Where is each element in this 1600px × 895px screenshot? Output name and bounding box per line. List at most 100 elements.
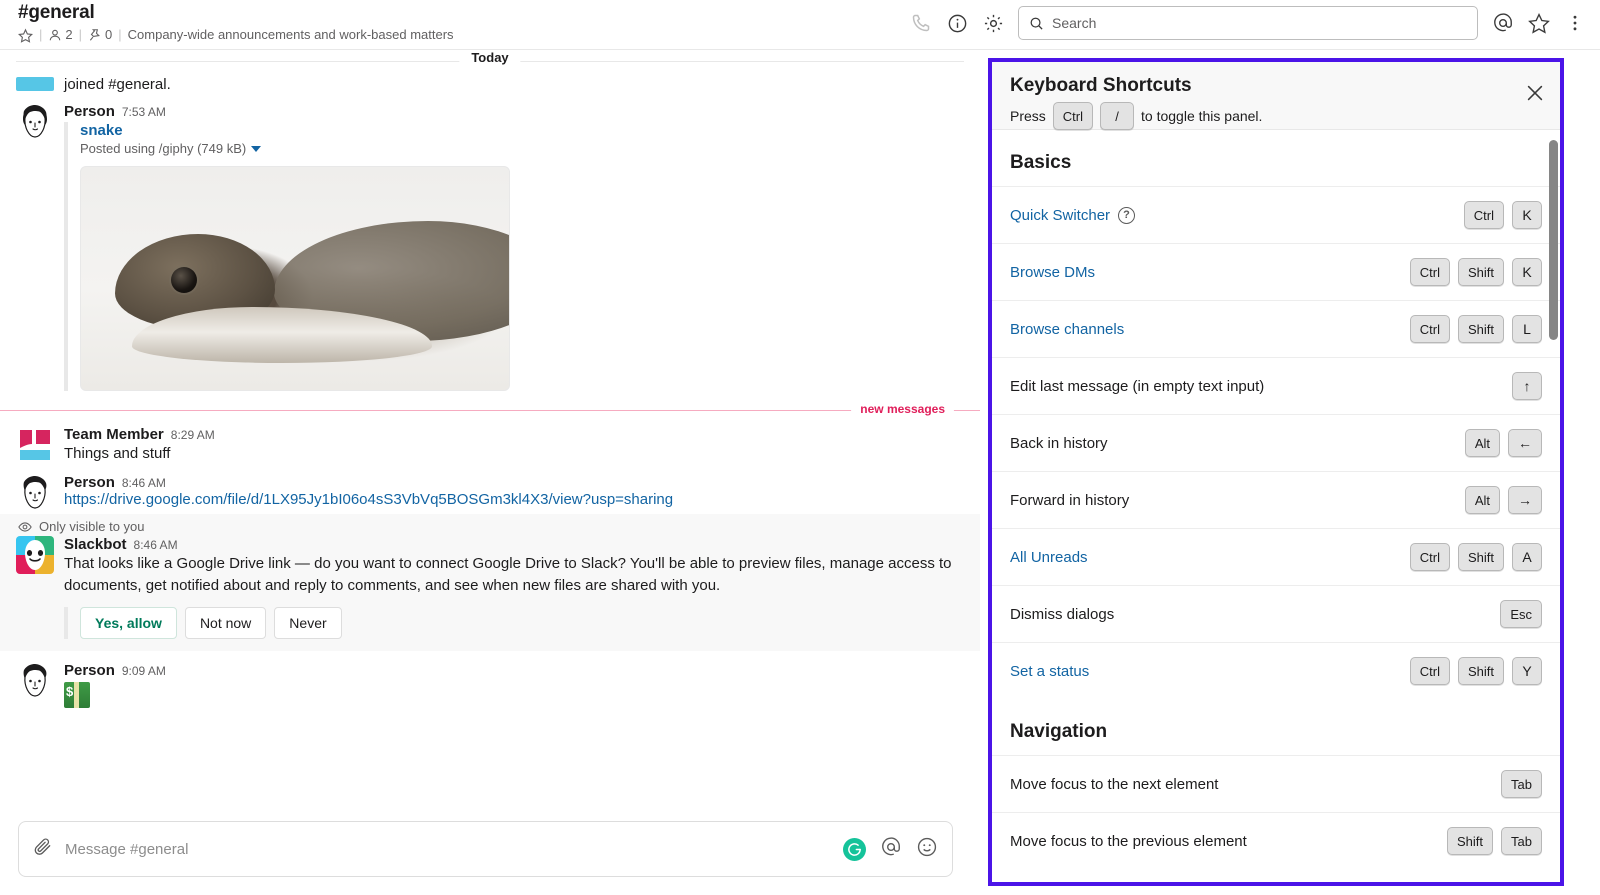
message-author[interactable]: Team Member [64, 426, 164, 443]
eye-icon [18, 520, 32, 534]
toggle-key-ctrl: Ctrl [1053, 102, 1093, 130]
key-cap: Shift [1458, 543, 1504, 571]
message-author[interactable]: Slackbot [64, 536, 127, 553]
key-cap: Ctrl [1410, 258, 1450, 286]
channel-title[interactable]: #general [18, 2, 454, 24]
file-title[interactable]: snake [80, 122, 964, 139]
more-options-icon[interactable] [1564, 12, 1586, 34]
shortcut-keys: CtrlShiftA [1410, 543, 1542, 571]
mention-icon[interactable] [880, 836, 902, 863]
message-timestamp[interactable]: 8:46 AM [122, 476, 166, 490]
never-button[interactable]: Never [274, 607, 341, 639]
members-icon[interactable]: 2 [48, 26, 72, 44]
person-avatar[interactable] [16, 662, 54, 700]
shortcut-label[interactable]: Browse channels [1010, 321, 1124, 338]
emoji-icon[interactable] [916, 836, 938, 863]
message-row: Team Member 8:29 AM Things and stuff [0, 423, 980, 465]
message-author[interactable]: Person [64, 103, 115, 120]
visibility-text: Only visible to you [39, 519, 145, 534]
close-icon[interactable] [1524, 82, 1546, 104]
channel-topic[interactable]: Company-wide announcements and work-base… [128, 26, 454, 44]
grammarly-icon[interactable] [843, 838, 866, 861]
shortcut-label-text: Set a status [1010, 663, 1089, 680]
key-cap: Ctrl [1464, 201, 1504, 229]
message-body: Person 8:46 AM https://drive.google.com/… [64, 474, 964, 512]
message-row: Slackbot 8:46 AM That looks like a Googl… [0, 536, 980, 639]
chevron-down-icon[interactable] [251, 146, 261, 152]
channel-header: #general | 2 | 0 | Company-wide announce… [0, 0, 1600, 50]
message-text: Things and stuff [64, 443, 964, 465]
file-attachment: snake Posted using /giphy (749 kB) [64, 122, 964, 391]
gear-icon[interactable] [982, 12, 1004, 34]
message-composer[interactable]: Message #general [18, 821, 953, 877]
new-messages-divider: new messages [0, 397, 980, 423]
message-author[interactable]: Person [64, 662, 115, 679]
key-cap: Alt [1465, 429, 1500, 457]
message-timestamp[interactable]: 8:29 AM [171, 428, 215, 442]
shortcut-row: Back in historyAlt← [992, 414, 1560, 471]
key-cap: Ctrl [1410, 657, 1450, 685]
shortcut-label[interactable]: Set a status [1010, 663, 1089, 680]
message-body: Slackbot 8:46 AM That looks like a Googl… [64, 536, 964, 639]
panel-scrollbar[interactable] [1549, 140, 1558, 340]
shortcut-label[interactable]: Quick Switcher? [1010, 207, 1135, 224]
message-text: That looks like a Google Drive link — do… [64, 553, 954, 597]
meta-divider-1: | [39, 26, 42, 44]
file-subtitle-text: Posted using /giphy (749 kB) [80, 141, 246, 156]
info-icon[interactable] [946, 12, 968, 34]
starred-items-icon[interactable] [1528, 12, 1550, 34]
message-body: Person 7:53 AM snake Posted using /giphy… [64, 103, 964, 391]
shortcut-label[interactable]: Browse DMs [1010, 264, 1095, 281]
key-cap: L [1512, 315, 1542, 343]
not-now-button[interactable]: Not now [185, 607, 266, 639]
key-cap: Shift [1447, 827, 1493, 855]
slackbot-avatar[interactable] [16, 536, 54, 574]
channel-meta: | 2 | 0 | Company-wide announcements and… [18, 26, 454, 44]
shortcut-row: Edit last message (in empty text input)↑ [992, 357, 1560, 414]
date-divider-label[interactable]: Today [459, 50, 520, 65]
yes-allow-button[interactable]: Yes, allow [80, 607, 177, 639]
person-avatar[interactable] [16, 474, 54, 512]
message-header: Person 9:09 AM [64, 662, 964, 679]
help-icon[interactable]: ? [1118, 207, 1135, 224]
search-input[interactable]: Search [1018, 6, 1478, 40]
key-cap: Shift [1458, 657, 1504, 685]
message-timestamp[interactable]: 7:53 AM [122, 105, 166, 119]
search-placeholder: Search [1052, 15, 1096, 31]
snake-image-preview[interactable] [80, 166, 510, 391]
shortcut-keys: CtrlShiftL [1410, 315, 1542, 343]
team-member-avatar[interactable] [16, 426, 54, 464]
shortcut-keys: CtrlShiftK [1410, 258, 1542, 286]
channel-header-left: #general | 2 | 0 | Company-wide announce… [0, 0, 454, 44]
shortcut-keys: Alt← [1465, 429, 1542, 457]
slackbot-action-buttons: Yes, allow Not now Never [64, 607, 964, 639]
shortcut-row: Dismiss dialogsEsc [992, 585, 1560, 642]
mentions-icon[interactable] [1492, 12, 1514, 34]
shortcut-row: Browse DMs CtrlShiftK [992, 243, 1560, 300]
drive-link[interactable]: https://drive.google.com/file/d/1LX95Jy1… [64, 491, 673, 508]
toggle-key-slash: / [1100, 102, 1134, 130]
keyboard-shortcuts-panel: Keyboard Shortcuts Press Ctrl / to toggl… [988, 58, 1564, 886]
call-icon[interactable] [910, 12, 932, 34]
new-messages-badge: new messages [851, 400, 954, 419]
message-author[interactable]: Person [64, 474, 115, 491]
star-icon[interactable] [18, 28, 33, 43]
message-body: Team Member 8:29 AM Things and stuff [64, 426, 964, 465]
message-timestamp[interactable]: 8:46 AM [134, 538, 178, 552]
panel-body[interactable]: BasicsQuick Switcher?CtrlKBrowse DMsCtrl… [992, 130, 1560, 882]
meta-divider-3: | [118, 26, 121, 44]
messages-pane[interactable]: Today joined #general. Person 7:53 AM [0, 50, 980, 895]
panel-title: Keyboard Shortcuts [1010, 74, 1542, 98]
shortcut-label[interactable]: All Unreads [1010, 549, 1088, 566]
shortcut-keys: Alt→ [1465, 486, 1542, 514]
paperclip-icon[interactable] [33, 837, 53, 862]
pin-icon[interactable]: 0 [88, 26, 112, 44]
message-timestamp[interactable]: 9:09 AM [122, 664, 166, 678]
key-cap: Tab [1501, 770, 1542, 798]
key-cap: → [1508, 486, 1542, 514]
person-avatar[interactable] [16, 103, 54, 141]
shortcut-label-text: Move focus to the next element [1010, 776, 1218, 793]
shortcut-row: Browse channels CtrlShiftL [992, 300, 1560, 357]
message-header: Team Member 8:29 AM [64, 426, 964, 443]
shortcut-label-text: Browse channels [1010, 321, 1124, 338]
